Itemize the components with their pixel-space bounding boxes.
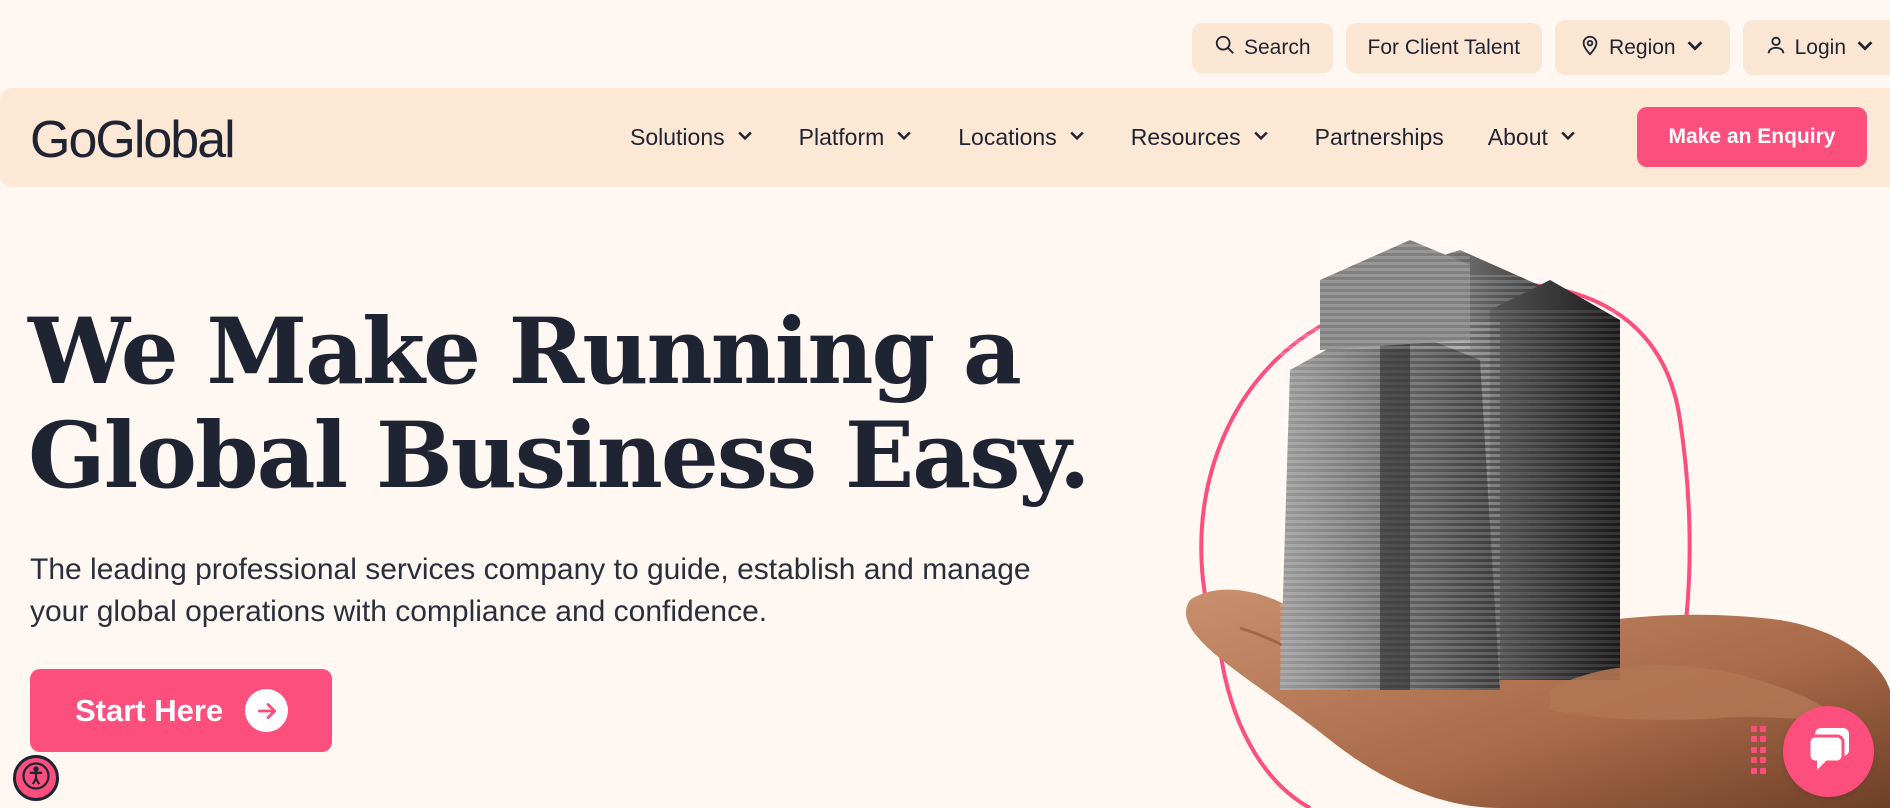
headline-line-2: Global Business Easy. [28, 403, 1091, 509]
start-here-button[interactable]: Start Here [30, 669, 332, 752]
chevron-down-icon [1067, 124, 1087, 151]
chevron-down-icon [1558, 124, 1578, 151]
hero-image [1185, 240, 1890, 808]
login-label: Login [1794, 35, 1846, 59]
chevron-down-icon [894, 124, 914, 151]
arrow-right-icon [245, 689, 289, 732]
hero-subtext: The leading professional services compan… [30, 549, 1120, 633]
hero-headline: We Make Running a Global Business Easy. [28, 300, 1128, 508]
nav-item-label: Partnerships [1314, 124, 1444, 150]
region-label: Region [1609, 35, 1676, 59]
nav-menu: Solutions Platform Locations Resources P… [630, 88, 1622, 187]
chat-icon [1805, 726, 1853, 777]
location-pin-icon [1579, 34, 1601, 62]
user-icon [1765, 34, 1787, 62]
utility-bar: Search For Client Talent Region Login [1191, 20, 1890, 75]
make-an-enquiry-button[interactable]: Make an Enquiry [1637, 107, 1867, 167]
for-client-talent-button[interactable]: For Client Talent [1345, 22, 1543, 73]
chevron-down-icon [1684, 34, 1706, 62]
region-dropdown[interactable]: Region [1555, 20, 1730, 75]
chat-drag-handle[interactable] [1751, 726, 1767, 776]
chevron-down-icon [735, 124, 755, 151]
nav-item-label: Resources [1130, 124, 1241, 150]
nav-item-resources[interactable]: Resources [1131, 124, 1271, 151]
main-navbar: GoGlobal Solutions Platform Locations Re… [0, 88, 1890, 187]
nav-item-locations[interactable]: Locations [958, 124, 1086, 151]
chevron-down-icon [1854, 34, 1876, 62]
accessibility-icon [21, 761, 51, 796]
subtext-line-2: your global operations with compliance a… [30, 595, 768, 628]
search-label: Search [1243, 35, 1311, 59]
chat-launcher-button[interactable] [1783, 706, 1874, 797]
search-button[interactable]: Search [1191, 22, 1333, 73]
search-icon [1214, 34, 1236, 62]
nav-item-label: Platform [798, 124, 885, 150]
subtext-line-1: The leading professional services compan… [30, 553, 1031, 586]
headline-line-1: We Make Running a [28, 299, 1022, 405]
logo[interactable]: GoGlobal [30, 110, 236, 170]
nav-item-label: About [1487, 124, 1548, 150]
nav-item-platform[interactable]: Platform [799, 124, 915, 151]
nav-item-label: Solutions [630, 124, 725, 150]
start-here-label: Start Here [75, 692, 224, 728]
client-talent-label: For Client Talent [1367, 35, 1521, 59]
nav-item-solutions[interactable]: Solutions [630, 124, 755, 151]
login-dropdown[interactable]: Login [1742, 20, 1890, 75]
chevron-down-icon [1251, 124, 1271, 151]
nav-item-label: Locations [958, 124, 1057, 150]
accessibility-button[interactable] [13, 755, 59, 801]
nav-item-partnerships[interactable]: Partnerships [1315, 124, 1444, 151]
nav-item-about[interactable]: About [1488, 124, 1578, 151]
